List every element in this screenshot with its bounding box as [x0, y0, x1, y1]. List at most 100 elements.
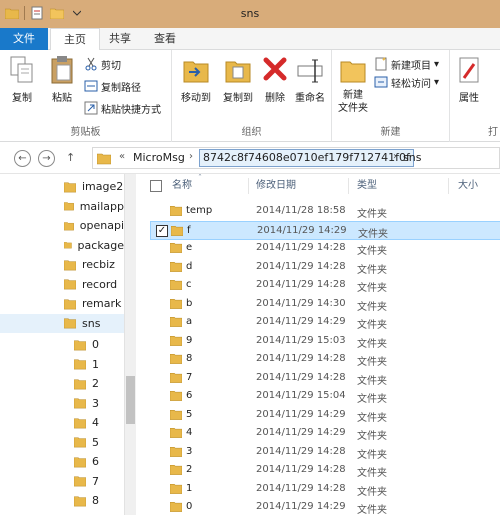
file-name: 9: [186, 334, 193, 346]
tree-item-sns[interactable]: sns: [0, 313, 124, 333]
tree-item-remark[interactable]: remark: [0, 294, 124, 313]
delete-button[interactable]: 删除: [258, 54, 292, 104]
file-row-f[interactable]: ✓ f 2014/11/29 14:29 文件夹: [150, 220, 500, 240]
file-row-b[interactable]: b 2014/11/29 14:30 文件夹: [150, 295, 500, 314]
tree-item-record[interactable]: record: [0, 275, 124, 294]
paste-button[interactable]: 粘贴: [44, 54, 80, 104]
file-date: 2014/11/29 14:29: [256, 316, 346, 327]
rename-button[interactable]: 重命名: [290, 54, 330, 104]
tab-view[interactable]: 查看: [144, 28, 186, 50]
copy-path-icon: [84, 80, 98, 92]
tab-home[interactable]: 主页: [50, 28, 100, 51]
tree-item-openapi[interactable]: openapi: [0, 216, 124, 235]
properties-button[interactable]: 属性: [454, 54, 484, 104]
forward-button[interactable]: →: [38, 150, 55, 167]
breadcrumb-hash-folder[interactable]: 8742c8f74608e0710ef179f712741f0f: [199, 149, 414, 167]
file-row-0[interactable]: 0 2014/11/29 14:29 文件夹: [150, 498, 500, 515]
file-row-a[interactable]: a 2014/11/29 14:29 文件夹: [150, 313, 500, 332]
open-group-label: 打: [488, 127, 498, 138]
copy-to-icon: [225, 61, 251, 83]
navigation-scrollbar[interactable]: [124, 174, 136, 515]
copy-to-button[interactable]: 复制到: [218, 54, 258, 104]
file-row-8[interactable]: 8 2014/11/29 14:28 文件夹: [150, 350, 500, 369]
chevron-down-icon: ▾: [434, 58, 440, 70]
file-name: d: [186, 260, 193, 272]
tree-item-image2[interactable]: image2: [0, 177, 124, 196]
file-row-3[interactable]: 3 2014/11/29 14:28 文件夹: [150, 443, 500, 462]
select-all-checkbox[interactable]: [150, 180, 162, 192]
file-row-c[interactable]: c 2014/11/29 14:28 文件夹: [150, 276, 500, 295]
tree-subitem-6[interactable]: 6: [74, 452, 99, 471]
tree-subitem-7[interactable]: 7: [74, 472, 99, 491]
folder-icon: [64, 242, 72, 249]
file-row-6[interactable]: 6 2014/11/29 15:04 文件夹: [150, 387, 500, 406]
move-to-button[interactable]: 移动到: [176, 54, 216, 104]
breadcrumb-sns[interactable]: sns: [403, 151, 421, 164]
chevron-right-icon[interactable]: ›: [393, 151, 397, 162]
file-name: f: [187, 224, 191, 236]
copy-button[interactable]: 复制: [4, 54, 40, 104]
file-row-4[interactable]: 4 2014/11/29 14:29 文件夹: [150, 424, 500, 443]
column-header-type[interactable]: 类型: [357, 176, 377, 196]
tab-file[interactable]: 文件: [0, 28, 48, 50]
properties-label: 属性: [459, 93, 479, 104]
delete-icon: [263, 57, 287, 81]
new-folder-button[interactable]: 新建 文件夹: [334, 54, 372, 115]
file-type: 文件夹: [357, 264, 387, 276]
move-to-icon: [183, 61, 209, 83]
file-row-temp[interactable]: temp 2014/11/28 18:58 文件夹: [150, 202, 500, 221]
paste-shortcut-button[interactable]: 粘贴快捷方式: [84, 100, 161, 116]
tree-subitem-2[interactable]: 2: [74, 374, 99, 393]
tree-subitem-4[interactable]: 4: [74, 413, 99, 432]
folder-icon: [64, 181, 76, 192]
tab-share[interactable]: 共享: [100, 28, 140, 50]
tree-subitem-3[interactable]: 3: [74, 394, 99, 413]
up-button[interactable]: ↑: [66, 151, 75, 164]
file-row-d[interactable]: d 2014/11/29 14:28 文件夹: [150, 258, 500, 277]
file-name: 7: [186, 371, 193, 383]
copy-path-button[interactable]: 复制路径: [84, 78, 141, 94]
folder-icon: [97, 153, 111, 165]
file-row-2[interactable]: 2 2014/11/29 14:28 文件夹: [150, 461, 500, 480]
file-row-e[interactable]: e 2014/11/29 14:28 文件夹: [150, 239, 500, 258]
tree-item-label: recbiz: [82, 258, 115, 271]
tree-subitem-8[interactable]: 8: [74, 491, 99, 510]
file-type: 文件夹: [357, 468, 387, 479]
rename-label: 重命名: [295, 93, 325, 104]
breadcrumb-micromsg[interactable]: MicroMsg: [133, 151, 185, 164]
tree-item-mailapp[interactable]: mailapp: [0, 197, 124, 216]
column-header-name[interactable]: 名称: [172, 176, 192, 196]
tree-subitem-5[interactable]: 5: [74, 433, 99, 452]
back-button[interactable]: ←: [14, 150, 31, 167]
folder-icon: [169, 501, 183, 512]
folder-icon: [74, 417, 86, 428]
tree-item-label: 0: [92, 338, 99, 351]
breadcrumb-overflow[interactable]: «: [119, 151, 125, 162]
address-bar[interactable]: « MicroMsg › 8742c8f74608e0710ef179f7127…: [92, 147, 500, 169]
tree-item-label: mailapp: [79, 199, 124, 213]
easy-access-button[interactable]: 轻松访问 ▾: [374, 74, 439, 90]
column-header-size[interactable]: 大小: [458, 176, 478, 196]
file-row-9[interactable]: 9 2014/11/29 15:03 文件夹: [150, 332, 500, 351]
file-date: 2014/11/29 14:28: [256, 482, 346, 494]
file-row-1[interactable]: 1 2014/11/29 14:28 文件夹: [150, 480, 500, 499]
new-folder-icon: [340, 61, 366, 83]
new-item-button[interactable]: 新建项目 ▾: [374, 56, 439, 72]
tree-item-package[interactable]: package: [0, 236, 124, 255]
chevron-down-icon: ▾: [434, 76, 440, 88]
tree-item-label: 1: [92, 357, 99, 371]
organize-group: 移动到 复制到 删除 重命名 组织: [172, 50, 332, 142]
tree-subitem-1[interactable]: 1: [74, 355, 99, 374]
tree-item-recbiz[interactable]: recbiz: [0, 255, 124, 274]
scrollbar-thumb[interactable]: [126, 376, 135, 424]
chevron-right-icon[interactable]: ›: [189, 151, 193, 162]
row-checkbox[interactable]: ✓: [156, 224, 168, 237]
tree-subitem-0[interactable]: 0: [74, 335, 99, 354]
folder-icon: [169, 483, 183, 494]
folder-icon: [74, 456, 86, 467]
cut-button[interactable]: 剪切: [84, 56, 121, 72]
file-row-5[interactable]: 5 2014/11/29 14:29 文件夹: [150, 406, 500, 425]
folder-icon: [64, 298, 76, 309]
column-header-date[interactable]: 修改日期: [256, 176, 296, 196]
file-row-7[interactable]: 7 2014/11/29 14:28 文件夹: [150, 369, 500, 388]
